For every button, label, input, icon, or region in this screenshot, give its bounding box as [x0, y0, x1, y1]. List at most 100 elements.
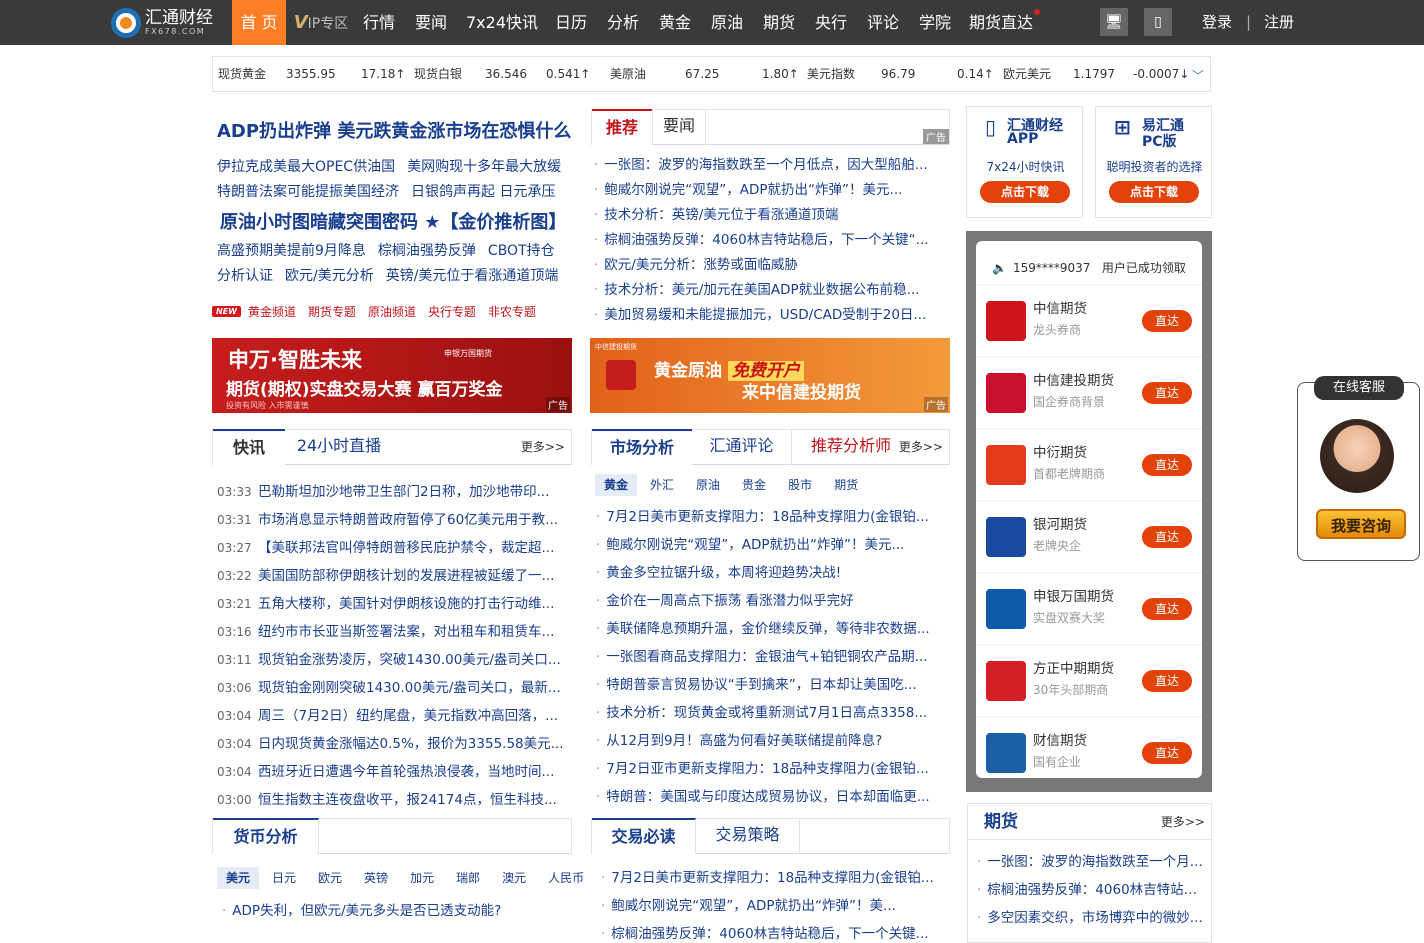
- subtab[interactable]: 原油: [687, 474, 729, 496]
- list-item[interactable]: 棕榈油强势反弹：4060林吉特站稳后，下一个关键“...: [594, 228, 946, 248]
- headline-link[interactable]: CBOT持仓: [488, 243, 555, 259]
- list-item[interactable]: 美加贸易缓和未能提振加元，USD/CAD受制于20日...: [594, 303, 946, 323]
- flash-item[interactable]: 03:31 市场消息显示特朗普政府暂停了60亿美元用于教...: [217, 508, 567, 528]
- broker-go-button[interactable]: 直达: [1142, 526, 1192, 548]
- subtab[interactable]: 黄金: [595, 474, 638, 496]
- broker-row[interactable]: 银河期货 老牌央企 直达: [976, 500, 1202, 572]
- chevron-down-icon[interactable]: ﹀: [1192, 67, 1204, 84]
- broker-row[interactable]: 财信期货 国有企业 直达: [976, 716, 1202, 788]
- nav-home[interactable]: 首 页: [232, 0, 286, 45]
- subtab[interactable]: 期货: [825, 474, 867, 496]
- list-item[interactable]: 欧元/美元分析：涨势或面临威胁: [594, 253, 946, 273]
- nav-gold[interactable]: 黄金: [654, 0, 696, 45]
- list-item[interactable]: 一张图看商品支撑阻力：金银油气+铂钯铜农产品期...: [596, 645, 946, 665]
- headline-link[interactable]: 伊拉克成美最大OPEC供油国: [217, 159, 395, 175]
- app-promo[interactable]: ▯ 汇通财经 APP 7x24小时快讯 点击下载: [966, 106, 1083, 218]
- subtab[interactable]: 欧元: [309, 867, 351, 889]
- broker-go-button[interactable]: 直达: [1142, 742, 1192, 764]
- login-link[interactable]: 登录: [1202, 0, 1232, 45]
- ticker-name[interactable]: 欧元美元: [1003, 57, 1051, 91]
- ticker-name[interactable]: 美原油: [610, 57, 646, 91]
- broker-go-button[interactable]: 直达: [1142, 670, 1192, 692]
- list-item[interactable]: 鲍威尔刚说完“观望”，ADP就扔出“炸弹”！美元...: [594, 178, 946, 198]
- mobile-icon[interactable]: ▯: [1144, 8, 1172, 36]
- nav-central-bank[interactable]: 央行: [810, 0, 852, 45]
- broker-row[interactable]: 申银万国期货 实盘双赛大奖 直达: [976, 572, 1202, 644]
- channel-oil[interactable]: 原油频道: [368, 303, 416, 320]
- list-item[interactable]: 技术分析：美元/加元在美国ADP就业数据公布前稳...: [594, 278, 946, 298]
- consult-button[interactable]: 我要咨询: [1316, 509, 1406, 539]
- list-item[interactable]: 美联储降息预期升温，金价继续反弹，等待非农数据...: [596, 617, 946, 637]
- list-item[interactable]: 特朗普：美国或与印度达成贸易协议，日本却面临更...: [596, 785, 946, 805]
- nav-analysis[interactable]: 分析: [602, 0, 644, 45]
- broker-row[interactable]: 中信建投期货 国企券商背景 直达: [976, 356, 1202, 428]
- nav-7x24[interactable]: 7x24快讯: [462, 0, 542, 45]
- market-more-link[interactable]: 更多>>: [899, 430, 943, 464]
- nav-futures-direct[interactable]: 期货直达: [968, 0, 1040, 45]
- flash-item[interactable]: 03:00 恒生指数主连夜盘收平，报24174点，恒生科技...: [217, 788, 567, 808]
- list-item[interactable]: 技术分析：现货黄金或将重新测试7月1日高点3358...: [596, 701, 946, 721]
- broker-row[interactable]: 方正中期期货 30年头部期商 直达: [976, 644, 1202, 716]
- subtab[interactable]: 日元: [263, 867, 305, 889]
- nav-futures[interactable]: 期货: [758, 0, 800, 45]
- subtab[interactable]: 股市: [779, 474, 821, 496]
- list-item[interactable]: 7月2日亚市更新支撑阻力：18品种支撑阻力(金银铂...: [596, 757, 946, 777]
- nav-vip[interactable]: VIP专区: [290, 0, 352, 45]
- channel-gold[interactable]: 黄金频道: [248, 303, 296, 320]
- tab-24h-live[interactable]: 24小时直播: [293, 429, 385, 465]
- subtab[interactable]: 澳元: [493, 867, 535, 889]
- app-download-button[interactable]: 点击下载: [980, 181, 1070, 203]
- list-item[interactable]: 一张图：波罗的海指数跌至一个月低点，因大型船舶...: [594, 153, 946, 173]
- flash-item[interactable]: 03:06 现货铂金刚刚突破1430.00美元/盎司关口，最新...: [217, 676, 567, 696]
- tab-analysts[interactable]: 推荐分析师: [796, 429, 906, 465]
- list-item[interactable]: 7月2日美市更新支撑阻力：18品种支撑阻力(金银铂...: [596, 505, 946, 525]
- subtab[interactable]: 美元: [217, 867, 260, 889]
- tab-fx-comment[interactable]: 汇通评论: [692, 429, 792, 465]
- flash-item[interactable]: 03:16 纽约市市长亚当斯签署法案，对出租车和租赁车...: [217, 620, 567, 640]
- list-item[interactable]: 一张图：波罗的海指数跌至一个月...: [977, 850, 1207, 870]
- ticker-name[interactable]: 现货黄金: [218, 57, 266, 91]
- tab-market-analysis[interactable]: 市场分析: [592, 429, 692, 465]
- list-item[interactable]: 棕榈油强势反弹：4060林吉特站稳...: [977, 878, 1207, 898]
- list-item[interactable]: 鲍威尔刚说完“观望”，ADP就扔出“炸弹”！美...: [601, 894, 946, 914]
- top-headline[interactable]: ADP扔出炸弹 美元跌黄金涨市场在恐惧什么: [217, 117, 571, 143]
- flash-item[interactable]: 03:04 周三（7月2日）纽约尾盘，美元指数冲高回落，...: [217, 704, 567, 724]
- flash-item[interactable]: 03:11 现货铂金涨势凌厉，突破1430.00美元/盎司关口...: [217, 648, 567, 668]
- broker-go-button[interactable]: 直达: [1142, 310, 1192, 332]
- headline-link[interactable]: 棕榈油强势反弹: [378, 243, 476, 259]
- headline-link[interactable]: 特朗普法案可能提振美国经济: [217, 184, 399, 200]
- subtab[interactable]: 人民币: [539, 867, 593, 889]
- headline-link[interactable]: 分析认证: [217, 268, 273, 284]
- flash-more-link[interactable]: 更多>>: [521, 430, 565, 464]
- nav-quotes[interactable]: 行情: [358, 0, 400, 45]
- site-logo[interactable]: 汇通财经 FX678.COM: [111, 6, 223, 39]
- broker-row[interactable]: 中信期货 龙头券商 直达: [976, 284, 1202, 356]
- desktop-icon[interactable]: 🖥: [1100, 8, 1128, 36]
- broker-go-button[interactable]: 直达: [1142, 382, 1192, 404]
- list-item[interactable]: 鲍威尔刚说完“观望”，ADP就扔出“炸弹”！美元...: [596, 533, 946, 553]
- channel-futures[interactable]: 期货专题: [308, 303, 356, 320]
- futures-more-link[interactable]: 更多>>: [1161, 804, 1205, 840]
- ticker-name[interactable]: 现货白银: [414, 57, 462, 91]
- nav-oil[interactable]: 原油: [706, 0, 748, 45]
- headline-link[interactable]: 高盛预期美提前9月降息: [217, 243, 366, 259]
- nav-calendar[interactable]: 日历: [550, 0, 592, 45]
- list-item[interactable]: 黄金多空拉锯升级，本周将迎趋势决战!: [596, 561, 946, 581]
- list-item[interactable]: ADP失利，但欧元/美元多头是否已透支动能?: [222, 899, 567, 919]
- subtab[interactable]: 英镑: [355, 867, 397, 889]
- channel-central-bank[interactable]: 央行专题: [428, 303, 476, 320]
- list-item[interactable]: 7月2日美市更新支撑阻力：18品种支撑阻力(金银铂...: [601, 866, 946, 886]
- list-item[interactable]: 金价在一周高点下振荡 看涨潜力似乎完好: [596, 589, 946, 609]
- subtab[interactable]: 加元: [401, 867, 443, 889]
- list-item[interactable]: 特朗普豪言贸易协议“手到擒来”，日本却让美国吃...: [596, 673, 946, 693]
- list-item[interactable]: 从12月到9月！高盛为何看好美联储提前降息?: [596, 729, 946, 749]
- flash-item[interactable]: 03:27 【美联邦法官叫停特朗普移民庇护禁令，裁定超...: [217, 536, 567, 556]
- flash-item[interactable]: 03:21 五角大楼称，美国针对伊朗核设施的打击行动维...: [217, 592, 567, 612]
- ticker-name[interactable]: 美元指数: [807, 57, 855, 91]
- ad-banner-shenwan[interactable]: 申万·智胜未来 申银万国期货 期货(期权)实盘交易大赛 赢百万奖金 投资有风险 …: [212, 338, 572, 413]
- flash-item[interactable]: 03:22 美国国防部称伊朗核计划的发展进程被延缓了一...: [217, 564, 567, 584]
- headline-link[interactable]: 美网购现十多年最大放缓: [407, 159, 561, 175]
- list-item[interactable]: 多空因素交织，市场博弈中的微妙...: [977, 906, 1207, 926]
- flash-item[interactable]: 03:04 西班牙近日遭遇今年首轮强热浪侵袭，当地时间...: [217, 760, 567, 780]
- nav-news[interactable]: 要闻: [410, 0, 452, 45]
